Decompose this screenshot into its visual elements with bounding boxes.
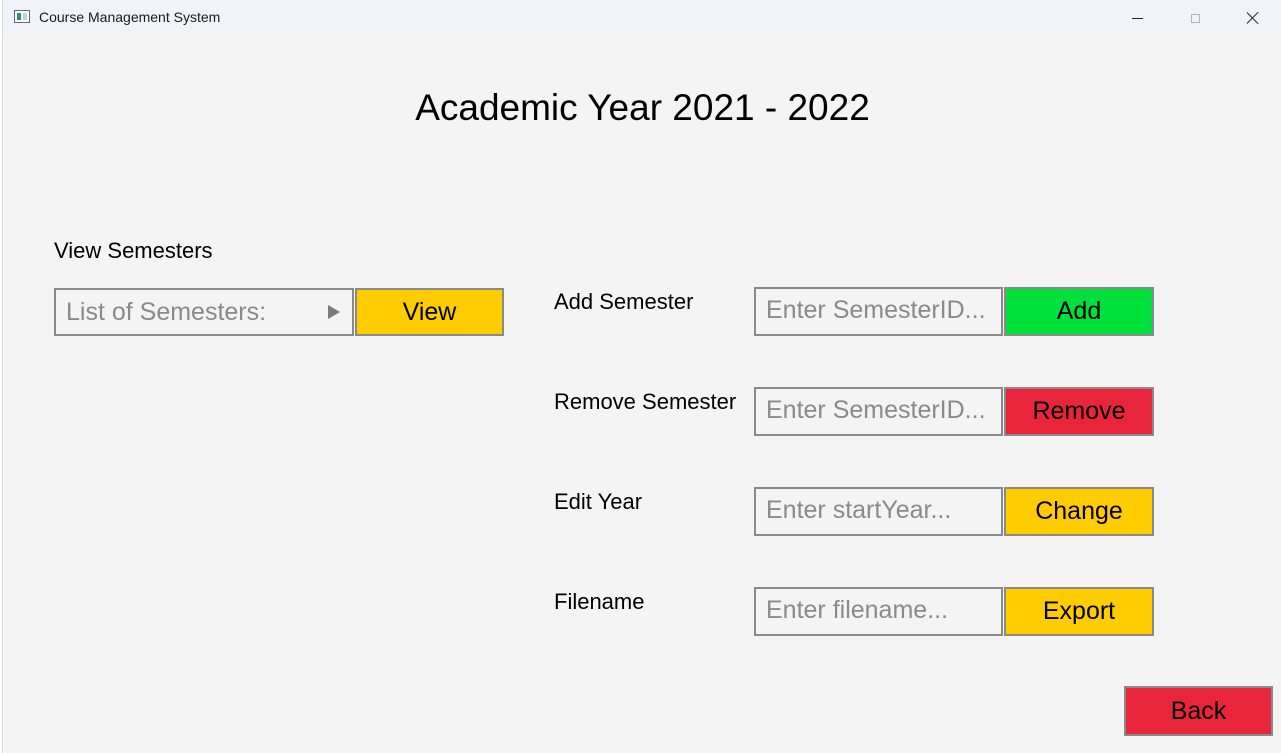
semester-list-placeholder: List of Semesters: (66, 298, 267, 326)
maximize-icon (1190, 13, 1200, 23)
filename-input-wrapper (754, 587, 1003, 636)
maximize-button[interactable] (1172, 0, 1218, 36)
window-title: Course Management System (39, 9, 221, 25)
minimize-button[interactable] (1114, 0, 1160, 36)
remove-semester-input[interactable] (766, 389, 991, 432)
add-semester-input-wrapper (754, 287, 1003, 336)
edit-year-label: Edit Year (554, 489, 643, 514)
start-year-input[interactable] (766, 489, 991, 532)
close-button[interactable] (1230, 0, 1276, 36)
remove-semester-input-wrapper (754, 387, 1003, 436)
dropdown-arrow-icon (328, 305, 340, 319)
add-semester-label: Add Semester (554, 289, 694, 314)
change-button[interactable]: Change (1004, 487, 1154, 536)
back-button[interactable]: Back (1124, 686, 1273, 736)
app-window: Course Management System Academic Year 2… (2, 0, 1281, 753)
add-semester-input[interactable] (766, 289, 991, 332)
semester-list-dropdown[interactable]: List of Semesters: (54, 288, 354, 336)
minimize-icon (1131, 17, 1143, 19)
close-icon (1246, 11, 1260, 25)
app-icon (14, 10, 30, 23)
filename-input[interactable] (766, 589, 991, 632)
filename-label: Filename (554, 589, 645, 614)
add-button[interactable]: Add (1004, 287, 1154, 336)
remove-semester-label: Remove Semester (554, 389, 737, 414)
view-semesters-label: View Semesters (54, 238, 213, 263)
view-button[interactable]: View (355, 288, 504, 336)
remove-button[interactable]: Remove (1004, 387, 1154, 436)
start-year-input-wrapper (754, 487, 1003, 536)
page-title: Academic Year 2021 - 2022 (415, 87, 870, 128)
title-bar: Course Management System (3, 0, 1281, 36)
export-button[interactable]: Export (1004, 587, 1154, 636)
